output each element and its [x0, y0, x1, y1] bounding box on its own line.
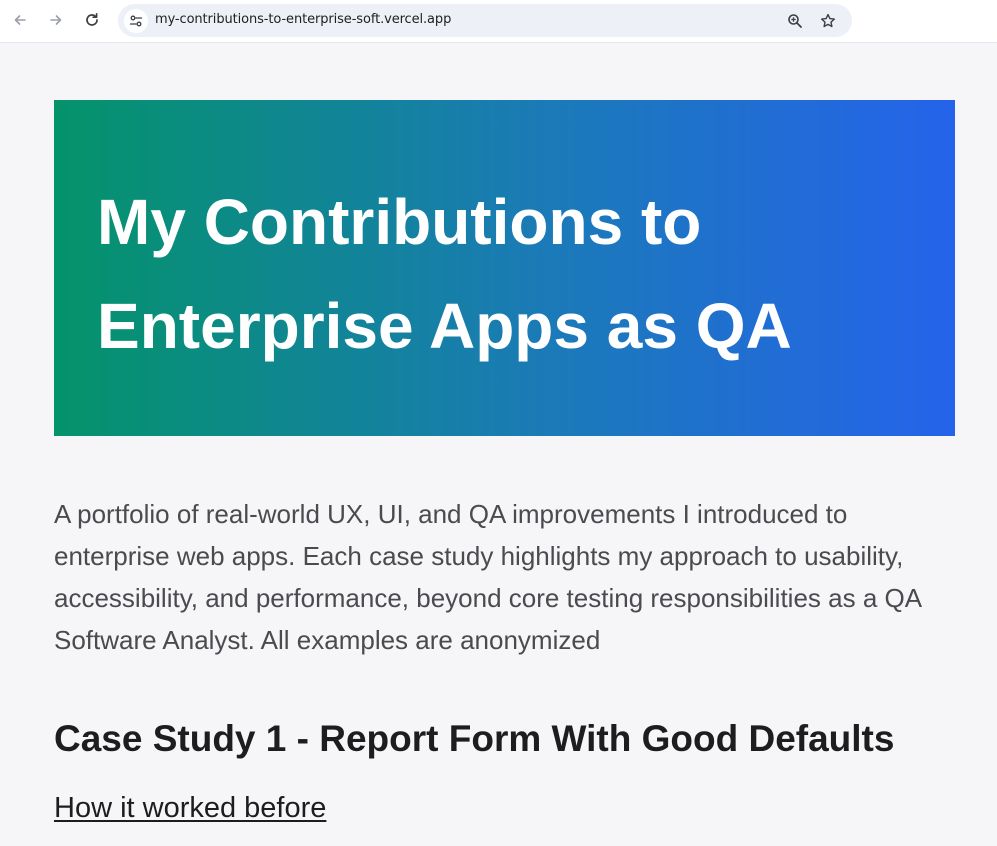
zoom-icon [788, 14, 802, 28]
case-study-heading: Case Study 1 - Report Form With Good Def… [54, 718, 895, 759]
address-bar[interactable]: my-contributions-to-enterprise-soft.verc… [118, 4, 852, 37]
zoom-button[interactable] [785, 11, 805, 31]
back-button[interactable] [7, 7, 33, 33]
reload-button[interactable] [79, 7, 105, 33]
how-it-worked-before-link[interactable]: How it worked before [54, 792, 326, 825]
bookmark-star-icon [821, 13, 835, 28]
site-info-button[interactable] [124, 9, 148, 33]
forward-arrow-icon [50, 15, 62, 25]
browser-toolbar: my-contributions-to-enterprise-soft.verc… [0, 0, 997, 43]
reload-icon [86, 12, 98, 26]
intro-paragraph: A portfolio of real-world UX, UI, and QA… [54, 499, 921, 655]
site-info-icon [129, 15, 143, 27]
forward-button[interactable] [43, 7, 69, 33]
back-arrow-icon [14, 15, 26, 25]
hero-banner: My Contributions to Enterprise Apps as Q… [54, 100, 955, 436]
hero-title: My Contributions to Enterprise Apps as Q… [97, 186, 792, 362]
bookmark-button[interactable] [818, 11, 838, 31]
url-text[interactable]: my-contributions-to-enterprise-soft.verc… [155, 12, 451, 27]
